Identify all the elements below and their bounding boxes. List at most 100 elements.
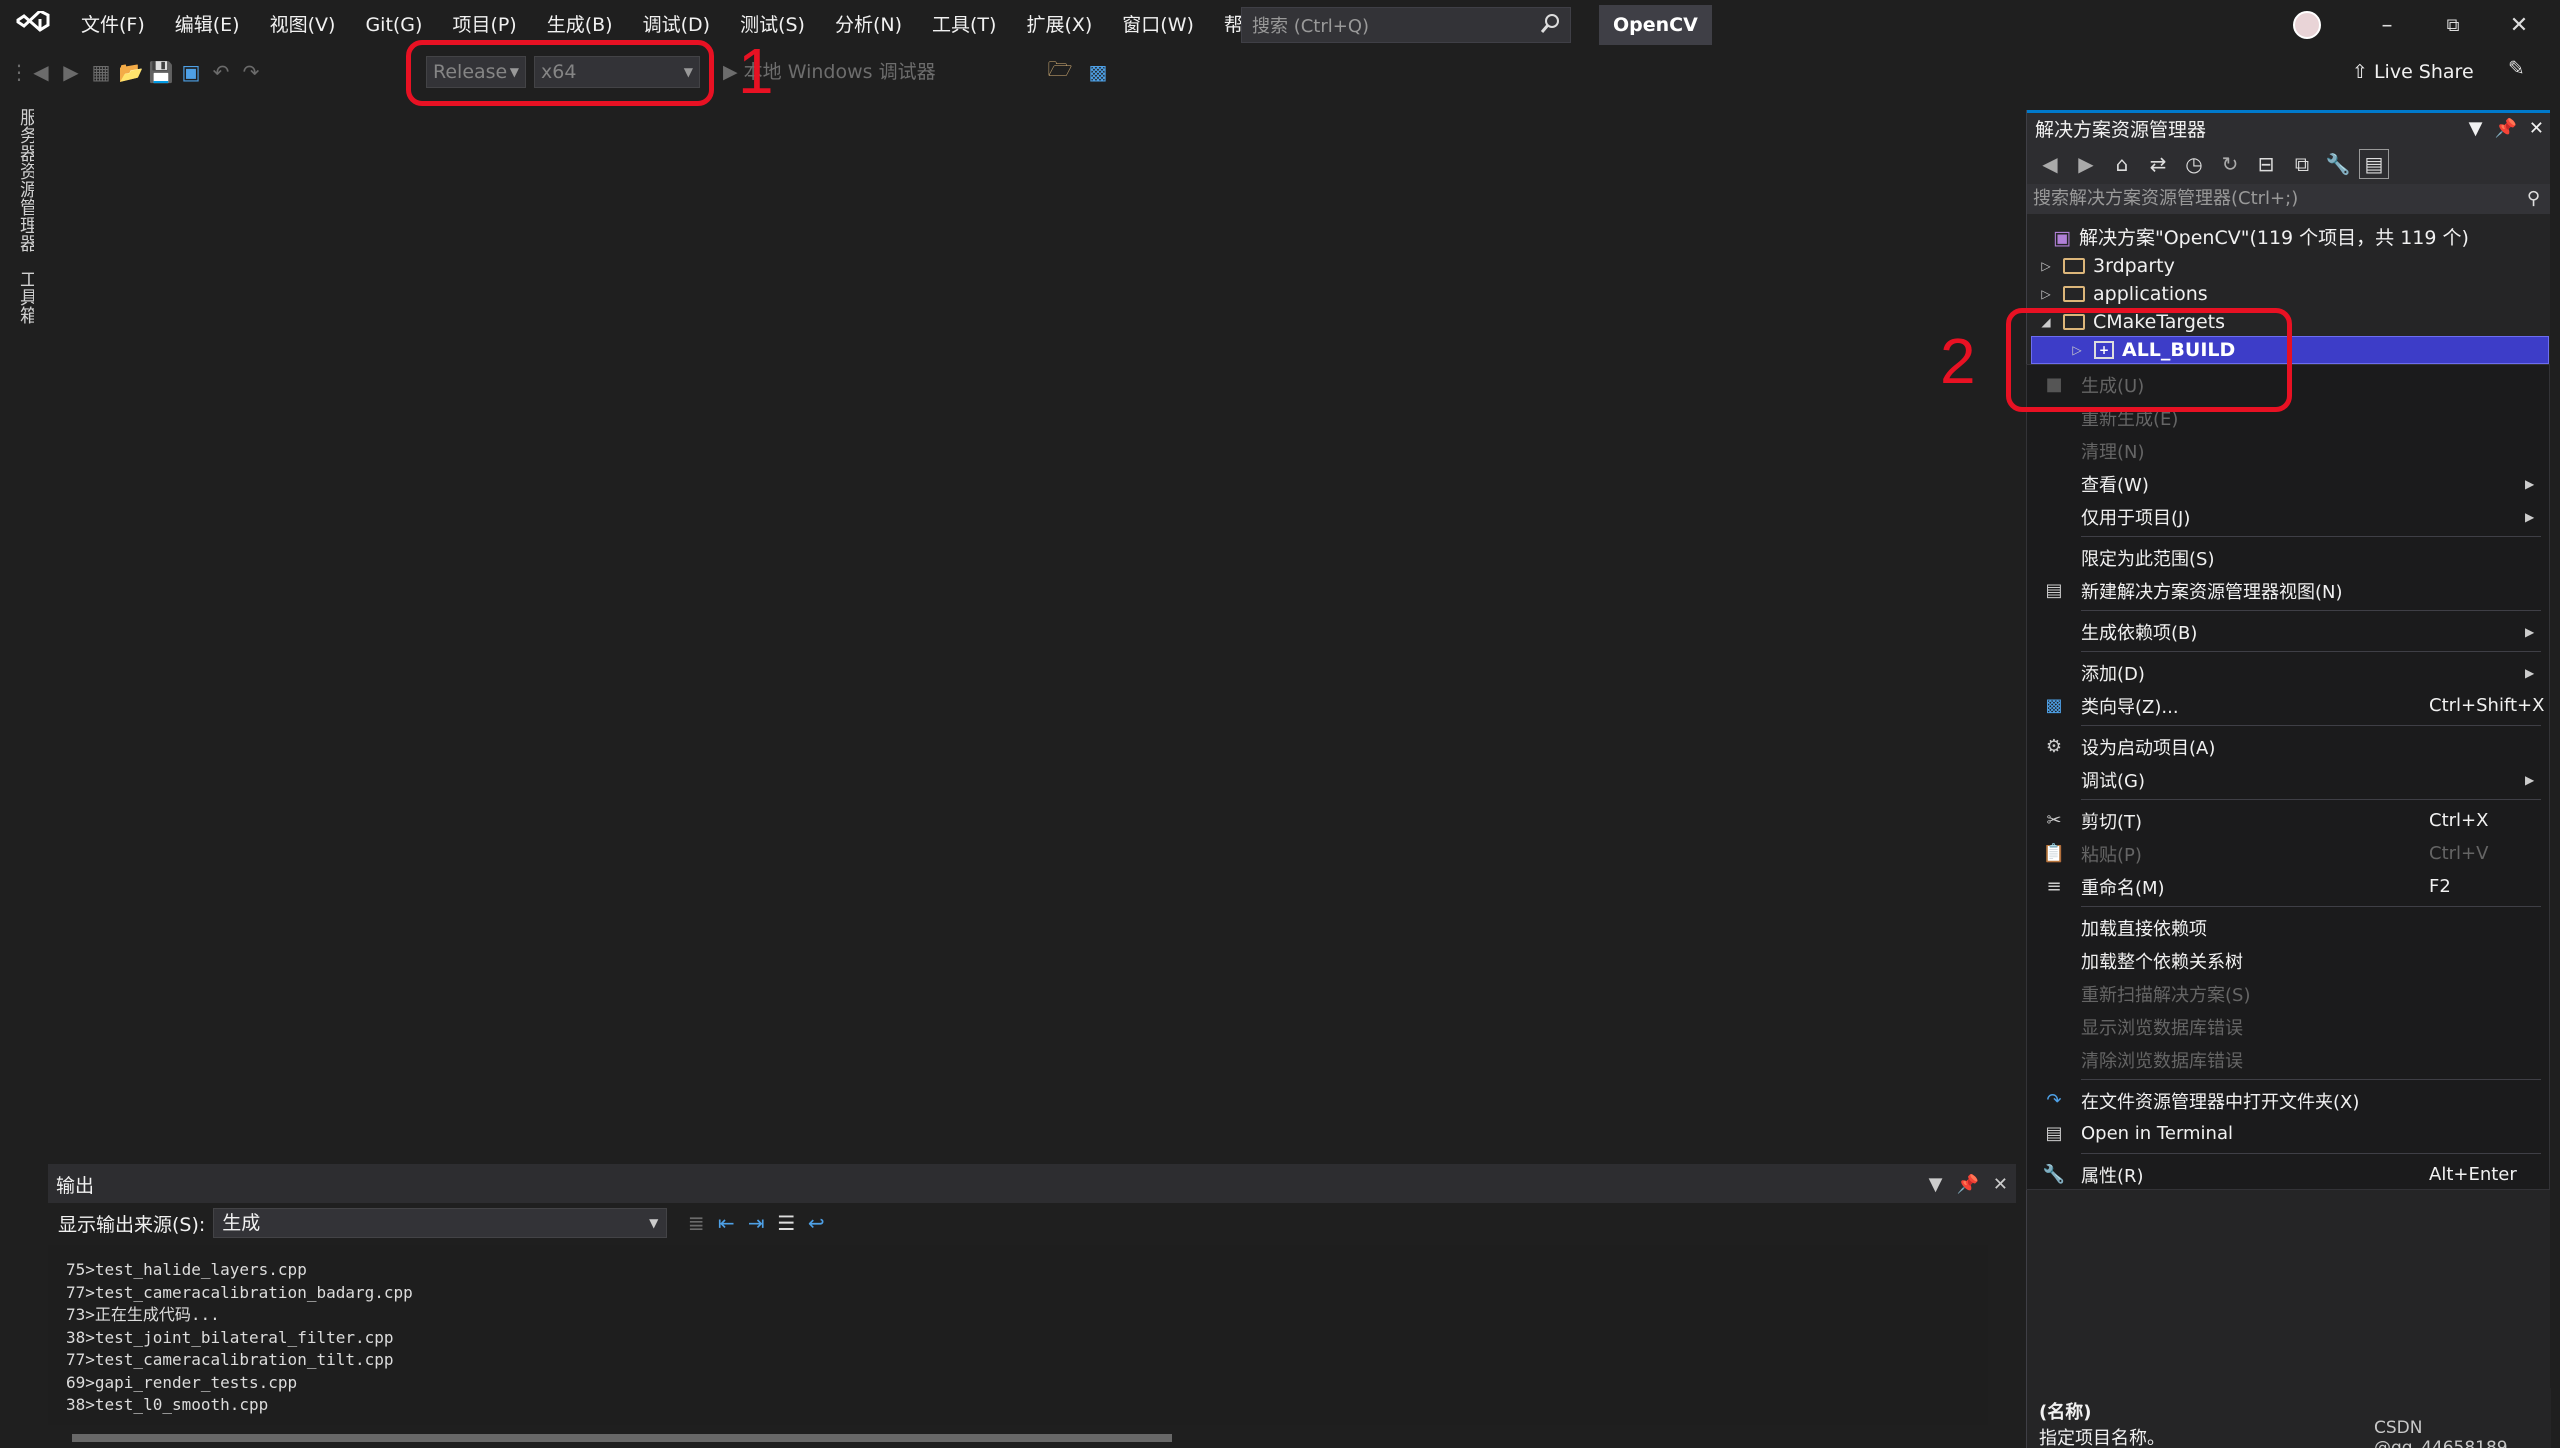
menu-view[interactable]: 视图(V): [255, 0, 351, 50]
minimize-icon[interactable]: –: [2354, 0, 2420, 50]
menu-item-rename[interactable]: ≡ 重命名(M) F2: [2027, 870, 2549, 903]
forward-icon[interactable]: ▶: [2071, 149, 2101, 179]
menu-item-set-startup[interactable]: ⚙ 设为启动项目(A): [2027, 730, 2549, 763]
clipboard-icon: 📋: [2042, 843, 2066, 864]
global-search-input[interactable]: 搜索 (Ctrl+Q): [1241, 7, 1571, 43]
menu-item-new-se-view[interactable]: ▤ 新建解决方案资源管理器视图(N): [2027, 574, 2549, 607]
menu-separator: [2081, 1079, 2541, 1080]
redo-icon[interactable]: ↷: [236, 57, 266, 87]
refresh-icon[interactable]: ↻: [2215, 149, 2245, 179]
wrench-icon: 🔧: [2042, 1164, 2066, 1185]
show-all-files-icon[interactable]: ⧉: [2287, 149, 2317, 179]
live-share-button[interactable]: ⇧ Live Share: [2352, 56, 2474, 88]
pin-icon[interactable]: 📌: [2494, 118, 2516, 139]
feedback-icon[interactable]: ✎: [2508, 56, 2525, 80]
close-icon[interactable]: ✕: [2486, 0, 2552, 50]
menu-item-open-in-explorer[interactable]: ↷ 在文件资源管理器中打开文件夹(X): [2027, 1084, 2549, 1117]
output-vertical-scrollbar[interactable]: [1988, 1245, 2016, 1425]
chevron-down-icon: ▼: [649, 1216, 659, 1230]
menu-file[interactable]: 文件(F): [66, 0, 160, 50]
save-icon[interactable]: 💾: [146, 57, 176, 87]
solution-name-badge[interactable]: OpenCV: [1599, 5, 1712, 45]
menu-item-view[interactable]: 查看(W) ▶: [2027, 467, 2549, 500]
chevron-right-icon: ▶: [2525, 665, 2535, 680]
menu-item-build-dependencies[interactable]: 生成依赖项(B) ▶: [2027, 615, 2549, 648]
scrollbar-thumb[interactable]: [72, 1434, 1172, 1442]
menu-item-cut[interactable]: ✂ 剪切(T) Ctrl+X: [2027, 804, 2549, 837]
output-line: 38>test_l0_smooth.cpp: [66, 1395, 269, 1414]
back-icon[interactable]: ◀: [2035, 149, 2065, 179]
expand-icon[interactable]: ▷: [2037, 280, 2055, 308]
layout-icon[interactable]: ▩: [1083, 57, 1113, 87]
search-placeholder: 搜索 (Ctrl+Q): [1252, 16, 1370, 37]
folder-icon: [2063, 258, 2085, 274]
menu-item-properties[interactable]: 🔧 属性(R) Alt+Enter: [2027, 1158, 2549, 1191]
preview-selected-icon[interactable]: ▤: [2359, 149, 2389, 179]
tree-node-label: 3rdparty: [2093, 255, 2175, 277]
solution-explorer-toolbar: ◀ ▶ ⌂ ⇄ ◷ ↻ ⊟ ⧉ 🔧 ▤: [2027, 144, 2550, 184]
menu-item-class-wizard[interactable]: ▩ 类向导(Z)... Ctrl+Shift+X: [2027, 689, 2549, 722]
menu-separator: [2081, 1153, 2541, 1154]
menu-item-rescan-solution[interactable]: 重新扫描解决方案(S): [2027, 977, 2549, 1010]
visual-studio-logo-icon[interactable]: [0, 0, 66, 50]
output-source-select[interactable]: 生成 ▼: [213, 1208, 668, 1238]
pending-changes-icon[interactable]: ◷: [2179, 149, 2209, 179]
prev-message-icon[interactable]: ⇤: [711, 1208, 741, 1238]
new-view-icon: ▤: [2045, 580, 2063, 601]
menu-item-clean[interactable]: 清理(N): [2027, 434, 2549, 467]
undo-icon[interactable]: ↶: [206, 57, 236, 87]
output-text-area[interactable]: 75>test_halide_layers.cpp 77>test_camera…: [48, 1245, 1988, 1425]
output-horizontal-scrollbar[interactable]: [48, 1426, 1988, 1448]
menu-extensions[interactable]: 扩展(X): [1011, 0, 1107, 50]
chevron-down-icon[interactable]: ▼: [1929, 1174, 1943, 1195]
menu-tools[interactable]: 工具(T): [917, 0, 1011, 50]
properties-wrench-icon[interactable]: 🔧: [2323, 149, 2353, 179]
solution-explorer-header: 解决方案资源管理器 ▼ 📌 ✕: [2027, 110, 2550, 144]
open-file-icon[interactable]: 📂: [116, 57, 146, 87]
collapse-all-icon[interactable]: ⊟: [2251, 149, 2281, 179]
menu-item-show-browse-errors[interactable]: 显示浏览数据库错误: [2027, 1010, 2549, 1043]
menu-item-open-in-terminal[interactable]: ▤ Open in Terminal: [2027, 1117, 2549, 1150]
tree-node-3rdparty[interactable]: ▷ 3rdparty: [2037, 252, 2175, 280]
menu-edit[interactable]: 编辑(E): [160, 0, 255, 50]
find-message-icon[interactable]: ≣: [681, 1208, 711, 1238]
menu-analyze[interactable]: 分析(N): [820, 0, 917, 50]
toolbar-group-right: 🗁 ▩: [1045, 57, 1113, 87]
restore-icon[interactable]: ⧉: [2420, 0, 2486, 50]
navigate-back-icon[interactable]: ◀: [26, 57, 56, 87]
menu-item-clear-browse-errors[interactable]: 清除浏览数据库错误: [2027, 1043, 2549, 1076]
clear-all-icon[interactable]: ☰: [771, 1208, 801, 1238]
close-icon[interactable]: ✕: [2529, 118, 2544, 139]
menu-separator: [2081, 906, 2541, 907]
close-icon[interactable]: ✕: [1993, 1174, 2008, 1195]
word-wrap-icon[interactable]: ↩: [801, 1208, 831, 1238]
tree-node-applications[interactable]: ▷ applications: [2037, 280, 2207, 308]
save-all-icon[interactable]: ▣: [176, 57, 206, 87]
chevron-right-icon: ▶: [2525, 624, 2535, 639]
menu-separator: [2081, 536, 2541, 537]
account-avatar[interactable]: [2293, 11, 2321, 39]
pin-icon[interactable]: 📌: [1956, 1174, 1978, 1195]
chevron-down-icon[interactable]: ▼: [2469, 118, 2483, 139]
menu-item-add[interactable]: 添加(D) ▶: [2027, 656, 2549, 689]
annotation-number-1: 1: [738, 35, 774, 107]
se-search-placeholder: 搜索解决方案资源管理器(Ctrl+;): [2033, 188, 2299, 209]
menu-item-project-only[interactable]: 仅用于项目(J) ▶: [2027, 500, 2549, 533]
menu-window[interactable]: 窗口(W): [1107, 0, 1209, 50]
navigate-forward-icon[interactable]: ▶: [56, 57, 86, 87]
menu-item-scope-to-this[interactable]: 限定为此范围(S): [2027, 541, 2549, 574]
switch-views-icon[interactable]: ⇄: [2143, 149, 2173, 179]
menu-item-paste[interactable]: 📋 粘贴(P) Ctrl+V: [2027, 837, 2549, 870]
menu-item-load-direct-deps[interactable]: 加载直接依赖项: [2027, 911, 2549, 944]
menu-item-debug[interactable]: 调试(G) ▶: [2027, 763, 2549, 796]
menu-separator: [2081, 651, 2541, 652]
menu-item-load-dep-tree[interactable]: 加载整个依赖关系树: [2027, 944, 2549, 977]
solution-explorer-search[interactable]: 搜索解决方案资源管理器(Ctrl+;) ⚲: [2027, 184, 2550, 214]
new-project-icon[interactable]: ▦: [86, 57, 116, 87]
next-message-icon[interactable]: ⇥: [741, 1208, 771, 1238]
tree-solution-node[interactable]: ▣ 解决方案"OpenCV"(119 个项目，共 119 个): [2053, 224, 2469, 252]
home-icon[interactable]: ⌂: [2107, 149, 2137, 179]
expand-icon[interactable]: ▷: [2037, 252, 2055, 280]
solution-folder-icon[interactable]: 🗁: [1045, 57, 1075, 87]
gear-icon: ⚙: [2045, 736, 2063, 757]
